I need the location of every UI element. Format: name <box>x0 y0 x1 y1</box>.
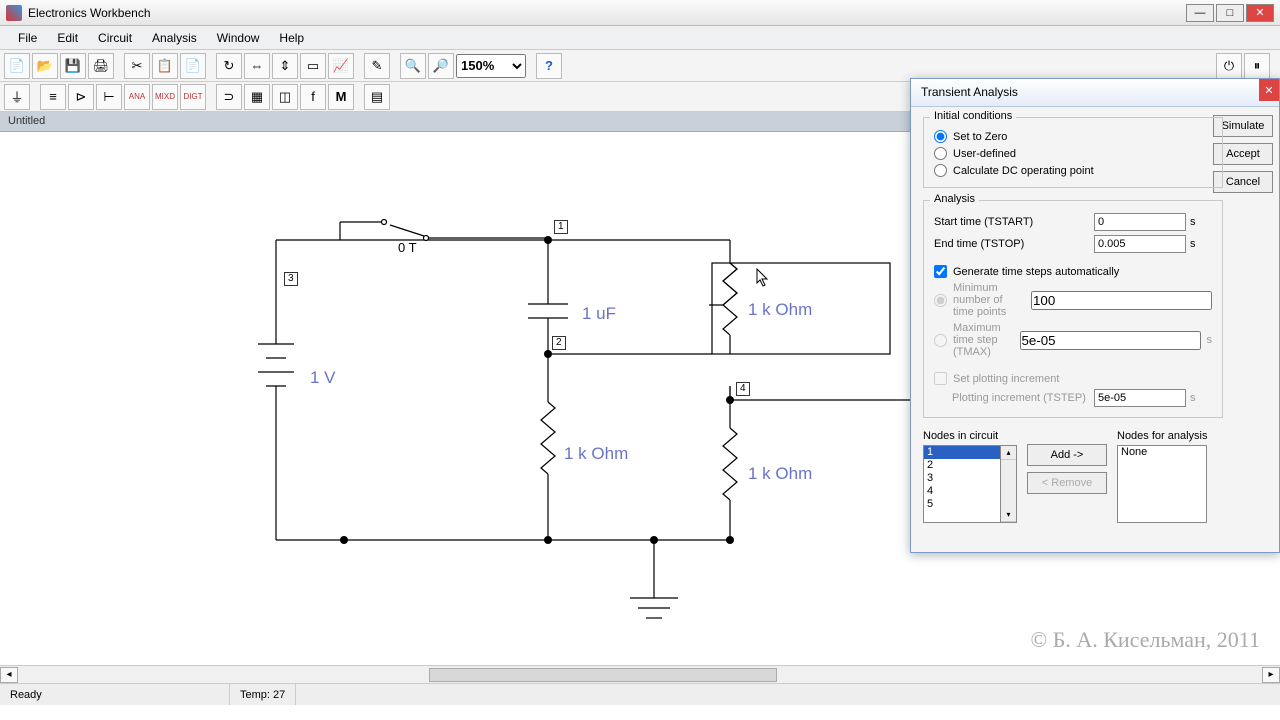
indicator-icon[interactable]: ◫ <box>272 84 298 110</box>
resistor-r3-label: 1 k Ohm <box>748 464 812 484</box>
zoom-select[interactable]: 150% <box>456 54 526 78</box>
radio-set-zero[interactable]: Set to Zero <box>934 128 1212 145</box>
capacitor-label: 1 uF <box>582 304 616 324</box>
resistor-r1-label: 1 k Ohm <box>748 300 812 320</box>
sources-icon[interactable]: ⏚ <box>4 84 30 110</box>
scroll-thumb[interactable] <box>429 668 777 682</box>
menu-window[interactable]: Window <box>207 28 270 48</box>
menu-help[interactable]: Help <box>269 28 314 48</box>
statusbar: Ready Temp: 27 <box>0 683 1280 705</box>
menu-circuit[interactable]: Circuit <box>88 28 142 48</box>
menu-analysis[interactable]: Analysis <box>142 28 207 48</box>
pause-button[interactable]: ⏸ <box>1244 53 1270 79</box>
list-item[interactable]: 2 <box>924 459 1000 472</box>
menu-file[interactable]: File <box>8 28 47 48</box>
scroll-track[interactable] <box>18 667 1262 683</box>
zoom-out-button[interactable]: 🔍 <box>400 53 426 79</box>
window-controls: — □ ✕ <box>1186 4 1274 22</box>
paste-button[interactable]: 📄 <box>180 53 206 79</box>
tstop-input[interactable] <box>1094 235 1186 253</box>
power-switch[interactable]: ⏻ <box>1216 53 1242 79</box>
radio-min-points: Minimum number of time points <box>934 280 1212 320</box>
transistor-icon[interactable]: ⊢ <box>96 84 122 110</box>
transient-analysis-dialog: Transient Analysis ✕ Simulate Accept Can… <box>910 78 1280 553</box>
print-button[interactable]: 🖨 <box>88 53 114 79</box>
list-item[interactable]: None <box>1118 446 1206 459</box>
list-item[interactable]: 3 <box>924 472 1000 485</box>
mixed-ic-icon[interactable]: MIXD <box>152 84 178 110</box>
rotate-button[interactable]: ↻ <box>216 53 242 79</box>
tstop-label: End time (TSTOP) <box>934 238 1094 250</box>
nodes-analysis-list[interactable]: None <box>1117 445 1207 523</box>
radio-user-defined[interactable]: User-defined <box>934 145 1212 162</box>
tstart-input[interactable] <box>1094 213 1186 231</box>
digital-icon[interactable]: ▦ <box>244 84 270 110</box>
set-plot-checkbox: Set plotting increment <box>934 370 1212 387</box>
switch-label: 0 T <box>398 240 417 255</box>
analysis-legend: Analysis <box>930 193 979 205</box>
app-title: Electronics Workbench <box>28 6 151 20</box>
tstep-input <box>1094 389 1186 407</box>
node-1-label: 1 <box>554 220 568 234</box>
list-item[interactable]: 1 <box>924 446 1000 459</box>
initial-conditions-legend: Initial conditions <box>930 110 1016 122</box>
analog-ic-icon[interactable]: ANA <box>124 84 150 110</box>
logic-gate-icon[interactable]: ⊃ <box>216 84 242 110</box>
graph-button[interactable]: 📈 <box>328 53 354 79</box>
misc-icon[interactable]: M <box>328 84 354 110</box>
add-node-button[interactable]: Add -> <box>1027 444 1107 466</box>
list-item[interactable]: 5 <box>924 498 1000 511</box>
watermark: © Б. А. Кисельман, 2011 <box>1031 627 1261 653</box>
list-scrollbar[interactable]: ▴▾ <box>1001 445 1017 523</box>
maximize-button[interactable]: □ <box>1216 4 1244 22</box>
node-4-label: 4 <box>736 382 750 396</box>
minimize-button[interactable]: — <box>1186 4 1214 22</box>
flip-h-button[interactable]: ⇔ <box>244 53 270 79</box>
node-2-label: 2 <box>552 336 566 350</box>
tstep-label: Plotting increment (TSTEP) <box>952 392 1094 404</box>
node-3-label: 3 <box>284 272 298 286</box>
control-icon[interactable]: f <box>300 84 326 110</box>
zoom-in-button[interactable]: 🔎 <box>428 53 454 79</box>
open-button[interactable]: 📂 <box>32 53 58 79</box>
edit-button[interactable]: ✎ <box>364 53 390 79</box>
gen-auto-checkbox[interactable]: Generate time steps automatically <box>934 263 1212 280</box>
subcircuit-button[interactable]: ▭ <box>300 53 326 79</box>
tstart-label: Start time (TSTART) <box>934 216 1094 228</box>
menubar: File Edit Circuit Analysis Window Help <box>0 26 1280 50</box>
min-points-input[interactable] <box>1031 291 1212 310</box>
dialog-close-button[interactable]: ✕ <box>1259 79 1279 101</box>
digital-ic-icon[interactable]: DIGT <box>180 84 206 110</box>
voltage-source-label: 1 V <box>310 368 336 388</box>
horizontal-scrollbar[interactable]: ◂ ▸ <box>0 665 1280 683</box>
list-item[interactable]: 4 <box>924 485 1000 498</box>
radio-dc-op[interactable]: Calculate DC operating point <box>934 162 1212 179</box>
help-button[interactable]: ? <box>536 53 562 79</box>
basic-icon[interactable]: ≡ <box>40 84 66 110</box>
cut-button[interactable]: ✂ <box>124 53 150 79</box>
copy-button[interactable]: 📋 <box>152 53 178 79</box>
close-button[interactable]: ✕ <box>1246 4 1274 22</box>
diode-icon[interactable]: ⊳ <box>68 84 94 110</box>
remove-node-button: < Remove <box>1027 472 1107 494</box>
scroll-right-icon[interactable]: ▸ <box>1262 667 1280 683</box>
status-temp: Temp: 27 <box>230 684 296 705</box>
save-button[interactable]: 💾 <box>60 53 86 79</box>
nodes-analysis-label: Nodes for analysis <box>1117 430 1208 442</box>
dialog-title: Transient Analysis <box>911 79 1279 107</box>
tmax-input[interactable] <box>1020 331 1201 350</box>
instruments-icon[interactable]: ▤ <box>364 84 390 110</box>
nodes-circuit-label: Nodes in circuit <box>923 430 1017 442</box>
new-button[interactable]: 📄 <box>4 53 30 79</box>
flip-v-button[interactable]: ⇕ <box>272 53 298 79</box>
menu-edit[interactable]: Edit <box>47 28 88 48</box>
app-icon <box>6 5 22 21</box>
resistor-r2-label: 1 k Ohm <box>564 444 628 464</box>
radio-tmax: Maximum time step (TMAX) s <box>934 320 1212 360</box>
window-titlebar: Electronics Workbench — □ ✕ <box>0 0 1280 26</box>
scroll-left-icon[interactable]: ◂ <box>0 667 18 683</box>
nodes-circuit-list[interactable]: 1 2 3 4 5 <box>923 445 1001 523</box>
status-ready: Ready <box>0 684 230 705</box>
